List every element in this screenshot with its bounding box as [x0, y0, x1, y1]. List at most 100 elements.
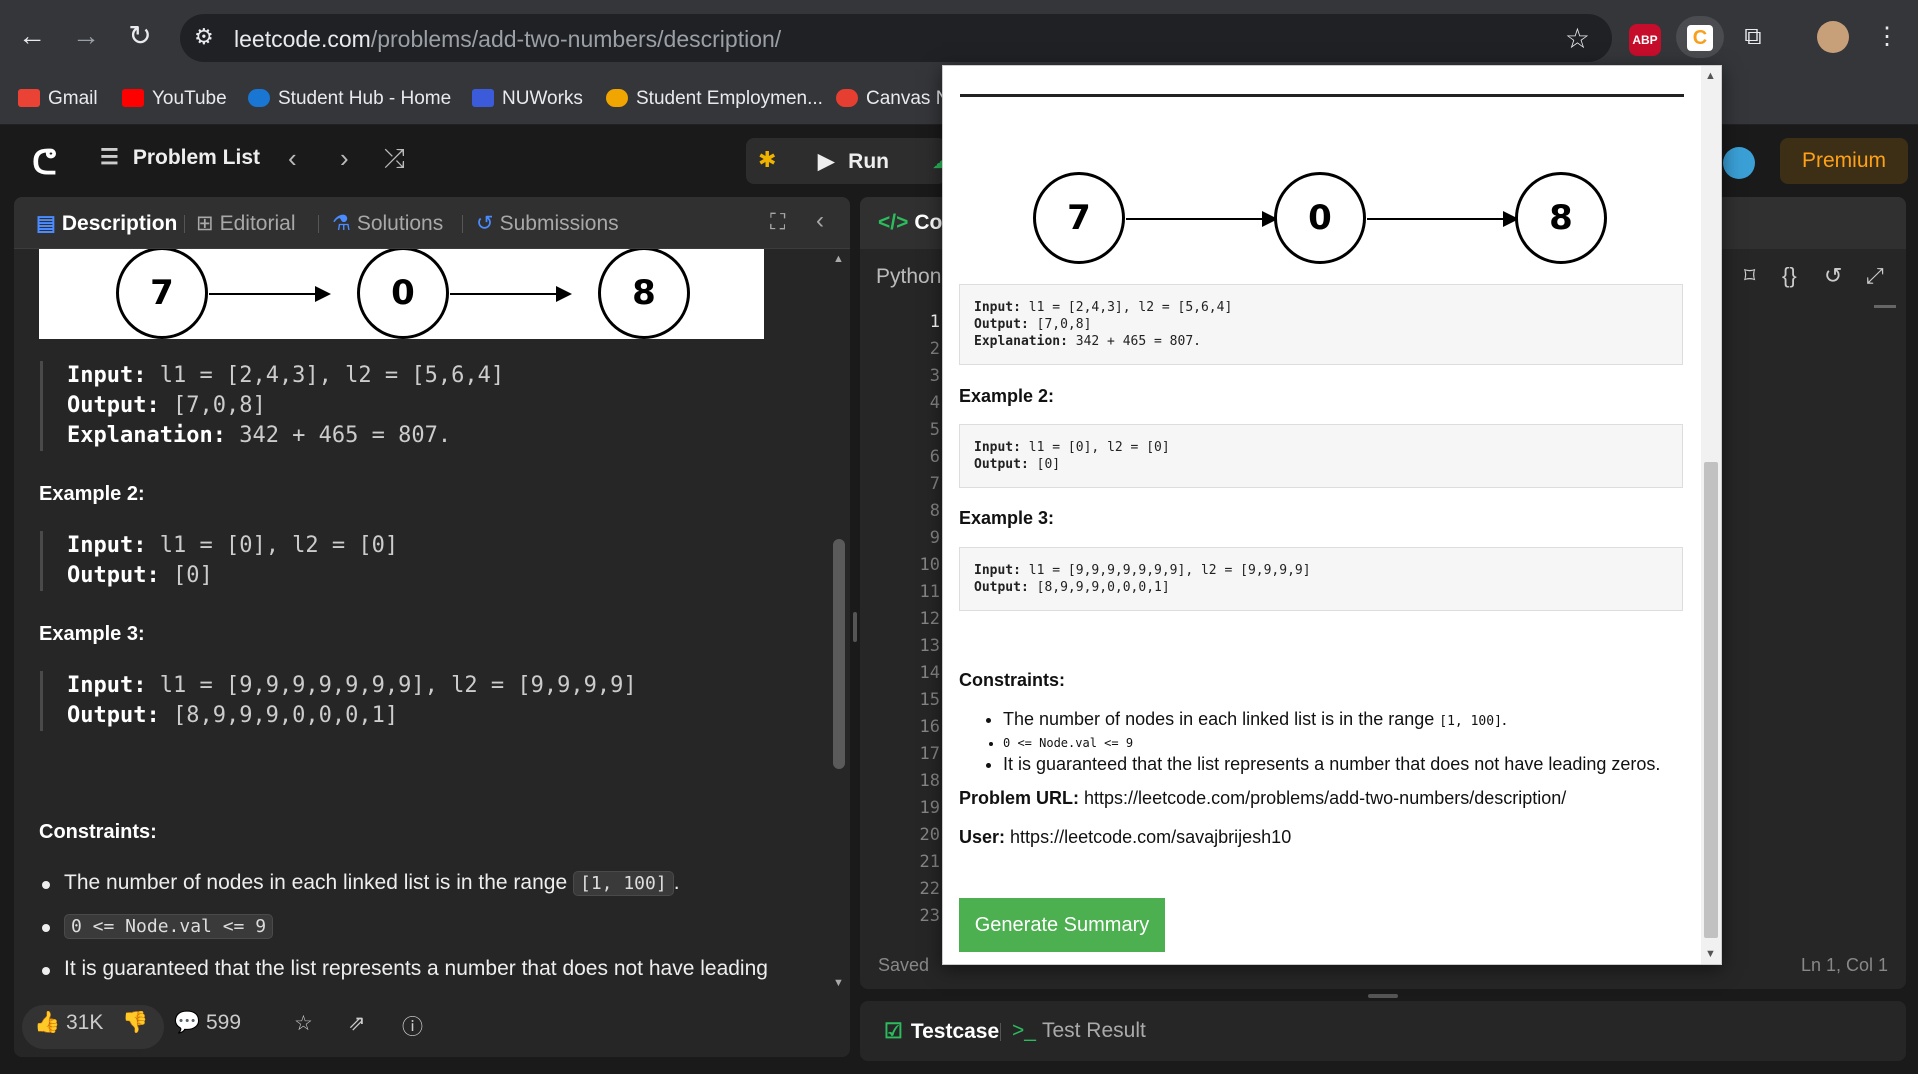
line-number-gutter: 1 2 3 4 5 6 7 8 9 10 11 12 13 14 15 16 17 18 19 20 21 22 23 [880, 309, 940, 930]
bookmark-student-employment[interactable]: Student Employmen... [606, 83, 823, 115]
line-number: 1 [929, 312, 940, 332]
favorite-star-icon[interactable]: ☆ [294, 1011, 313, 1036]
dislike-button[interactable]: 👎 [122, 1011, 148, 1035]
line-number: 14 [919, 663, 940, 683]
arrow [209, 286, 331, 302]
list-node: 0 [1274, 172, 1366, 264]
bookmark-nuworks[interactable]: NUWorks [472, 83, 583, 115]
problem-url-link[interactable]: https://leetcode.com/problems/add-two-nu… [1084, 788, 1566, 808]
tab-solutions[interactable]: ⚗ Solutions [332, 211, 443, 236]
fullscreen-icon[interactable]: ⤢ [1866, 263, 1884, 289]
tab-submissions[interactable]: ↺ Submissions [476, 211, 619, 236]
url-text[interactable]: leetcode.com/problems/add-two-numbers/de… [234, 26, 781, 53]
adblock-extension-icon[interactable]: ABP [1624, 16, 1666, 58]
scroll-down-icon[interactable]: ▼ [1705, 948, 1716, 960]
arrow [450, 286, 572, 302]
panel-resizer-horizontal[interactable] [1368, 994, 1398, 998]
language-select[interactable]: Python [876, 265, 941, 289]
next-problem-icon[interactable]: › [340, 143, 349, 174]
example-1-block: Input: l1 = [2,4,3], l2 = [5,6,4] Output… [40, 361, 504, 451]
run-button[interactable]: ▶ Run [818, 149, 889, 174]
popup-example-3-heading: Example 3: [959, 508, 1055, 528]
generate-summary-button[interactable]: Generate Summary [959, 898, 1165, 952]
bookmark-canvas[interactable]: Canvas N [836, 83, 949, 115]
book-icon: ⊞ [196, 212, 214, 235]
site-info-icon[interactable]: ⚙ [194, 24, 214, 50]
popup-example-2-heading: Example 2: [959, 386, 1055, 406]
format-braces-icon[interactable]: {} [1782, 263, 1797, 289]
tab-editorial[interactable]: ⊞ Editorial [196, 211, 295, 236]
line-number: 12 [919, 609, 940, 629]
line-number: 18 [919, 771, 940, 791]
constraints-heading: Constraints: [39, 821, 157, 843]
leetcode-extension-icon[interactable]: C [1676, 16, 1724, 58]
checkbox-icon: ☑ [884, 1020, 903, 1043]
line-number: 7 [929, 474, 940, 494]
thumbs-down-icon: 👎 [122, 1011, 149, 1034]
bookmark-student-hub[interactable]: Student Hub - Home [248, 83, 451, 115]
problem-list-button[interactable]: ☰ Problem List [100, 145, 260, 170]
tab-description[interactable]: ▤ Description [36, 211, 177, 236]
collapse-icon[interactable]: ‹ [816, 207, 824, 235]
prev-problem-icon[interactable]: ‹ [288, 143, 297, 174]
premium-button[interactable]: Premium [1780, 138, 1908, 184]
browser-menu-icon[interactable]: ⋮ [1866, 16, 1908, 58]
user-avatar[interactable] [1723, 147, 1755, 179]
reload-icon[interactable]: ↻ [122, 18, 158, 54]
list-node: 7 [116, 249, 208, 339]
shuffle-icon[interactable]: ⤮ [384, 143, 405, 175]
browser-toolbar: ← → ↻ ⚙ leetcode.com/problems/add-two-nu… [0, 0, 1918, 75]
scroll-up-icon[interactable]: ▲ [1705, 70, 1716, 82]
flask-icon: ⚗ [332, 212, 351, 235]
expand-icon[interactable]: ⛶ [770, 209, 785, 235]
tab-test-result[interactable]: >_ Test Result [1012, 1019, 1146, 1043]
comment-icon: 💬 [174, 1011, 201, 1034]
scroll-up-icon[interactable]: ▲ [833, 253, 844, 265]
comments-button[interactable]: 💬 599 [174, 1011, 241, 1035]
saved-status: Saved [878, 955, 930, 975]
youtube-icon [122, 89, 144, 107]
description-scrollbar[interactable]: ▲ ▼ [828, 249, 850, 995]
arrow [1126, 211, 1278, 227]
line-number: 17 [919, 744, 940, 764]
line-number: 6 [929, 447, 940, 467]
back-icon[interactable]: ← [14, 18, 50, 54]
history-icon: ↺ [476, 212, 494, 235]
popup-example-1: Input: l1 = [2,4,3], l2 = [5,6,4] Output… [959, 284, 1683, 365]
linked-list-diagram: 7 0 8 [39, 249, 764, 339]
sharepoint-icon [248, 89, 270, 107]
reset-icon[interactable]: ↺ [1824, 263, 1842, 289]
bookmark-icon[interactable]: ⌑ [1744, 263, 1755, 289]
bookmark-gmail[interactable]: Gmail [18, 83, 98, 115]
example-2-heading: Example 2: [39, 483, 145, 505]
editor-scrollbar[interactable] [1874, 305, 1896, 308]
like-button[interactable]: 👍 31K [34, 1011, 103, 1035]
leetcode-logo-icon[interactable]: ᕦ [32, 143, 57, 183]
scroll-down-icon[interactable]: ▼ [833, 977, 844, 989]
constraint-item: 0 <= Node.val <= 9 [1003, 733, 1681, 753]
description-footer: 👍 31K 👎 💬 599 ☆ ⇗ ⓘ [14, 995, 850, 1057]
panel-resizer-vertical[interactable] [853, 612, 857, 642]
profile-avatar[interactable] [1812, 16, 1854, 58]
extensions-puzzle-icon[interactable]: ⧉ [1732, 16, 1774, 58]
address-bar[interactable]: ⚙ leetcode.com/problems/add-two-numbers/… [180, 14, 1612, 62]
share-icon[interactable]: ⇗ [348, 1011, 366, 1036]
tab-testcase[interactable]: ☑ Testcase [884, 1019, 999, 1044]
line-number: 8 [929, 501, 940, 521]
forward-icon[interactable]: → [68, 18, 104, 54]
line-number: 20 [919, 825, 940, 845]
example-3-heading: Example 3: [39, 623, 145, 645]
bookmark-youtube[interactable]: YouTube [122, 83, 227, 115]
list-icon: ☰ [100, 146, 119, 169]
user-url-link[interactable]: https://leetcode.com/savajbrijesh10 [1010, 827, 1291, 847]
bookmark-star-icon[interactable]: ☆ [1565, 22, 1590, 55]
popup-scrollbar[interactable]: ▲ ▼ [1701, 66, 1721, 964]
description-panel: ▤ Description ⊞ Editorial ⚗ Solutions ↺ Subm… [14, 197, 850, 1057]
line-number: 10 [919, 555, 940, 575]
list-node: 8 [598, 249, 690, 339]
line-number: 2 [929, 339, 940, 359]
help-icon[interactable]: ⓘ [402, 1011, 423, 1041]
popup-example-2: Input: l1 = [0], l2 = [0] Output: [0] [959, 424, 1683, 488]
cursor-position: Ln 1, Col 1 [1800, 955, 1888, 975]
debug-icon[interactable]: ✱ [758, 147, 776, 173]
